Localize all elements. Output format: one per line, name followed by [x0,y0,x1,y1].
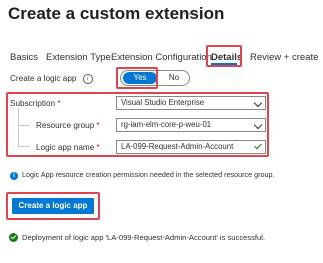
logic-app-name-label-row: Logic app name * [36,143,100,152]
chevron-down-icon [253,98,263,108]
resource-group-label: Resource group [36,121,95,130]
logic-app-name-input[interactable]: LA-099-Request-Admin-Account [116,140,266,154]
info-message: Logic App resource creation permission n… [22,170,275,179]
required-marker: * [57,99,61,108]
success-check-icon [9,233,18,242]
info-icon: i [10,172,18,180]
logic-app-name-label: Logic app name [36,143,95,152]
logic-app-name-value: LA-099-Request-Admin-Account [121,142,234,151]
tab-extension-type[interactable]: Extension Type [46,52,111,63]
subscription-value: Visual Studio Enterprise [121,98,205,107]
info-icon[interactable]: i [82,74,93,84]
tree-connector-branch [18,125,30,126]
subscription-select[interactable]: Visual Studio Enterprise [116,96,266,110]
resource-group-label-row: Resource group * [36,121,100,130]
success-message: Deployment of logic app 'LA-099-Request-… [22,233,266,242]
tab-extension-configuration[interactable]: Extension Configuration [111,52,212,63]
required-marker: * [96,121,100,130]
subscription-label: Subscription [10,99,56,108]
chevron-down-icon [253,120,263,130]
valid-check-icon [254,141,262,150]
resource-group-value: rg-iam-elm-core-p-weu-01 [121,120,212,129]
details-tab-highlight [206,45,242,67]
required-marker: * [96,143,100,152]
toggle-no-option[interactable]: No [161,72,187,84]
tab-review-create[interactable]: Review + create [250,52,318,63]
yes-toggle-highlight [116,67,158,89]
create-logic-app-label: Create a logic app [10,74,77,84]
tree-connector-vertical [18,108,19,146]
more-options-icon[interactable]: ··· [183,8,197,20]
create-logic-app-row: Create a logic app i [10,74,93,84]
subscription-label-row: Subscription * [10,99,61,108]
tree-connector-branch [18,146,30,147]
tab-basics[interactable]: Basics [10,52,38,63]
create-button-highlight [6,192,100,220]
resource-group-select[interactable]: rg-iam-elm-core-p-weu-01 [116,118,266,132]
